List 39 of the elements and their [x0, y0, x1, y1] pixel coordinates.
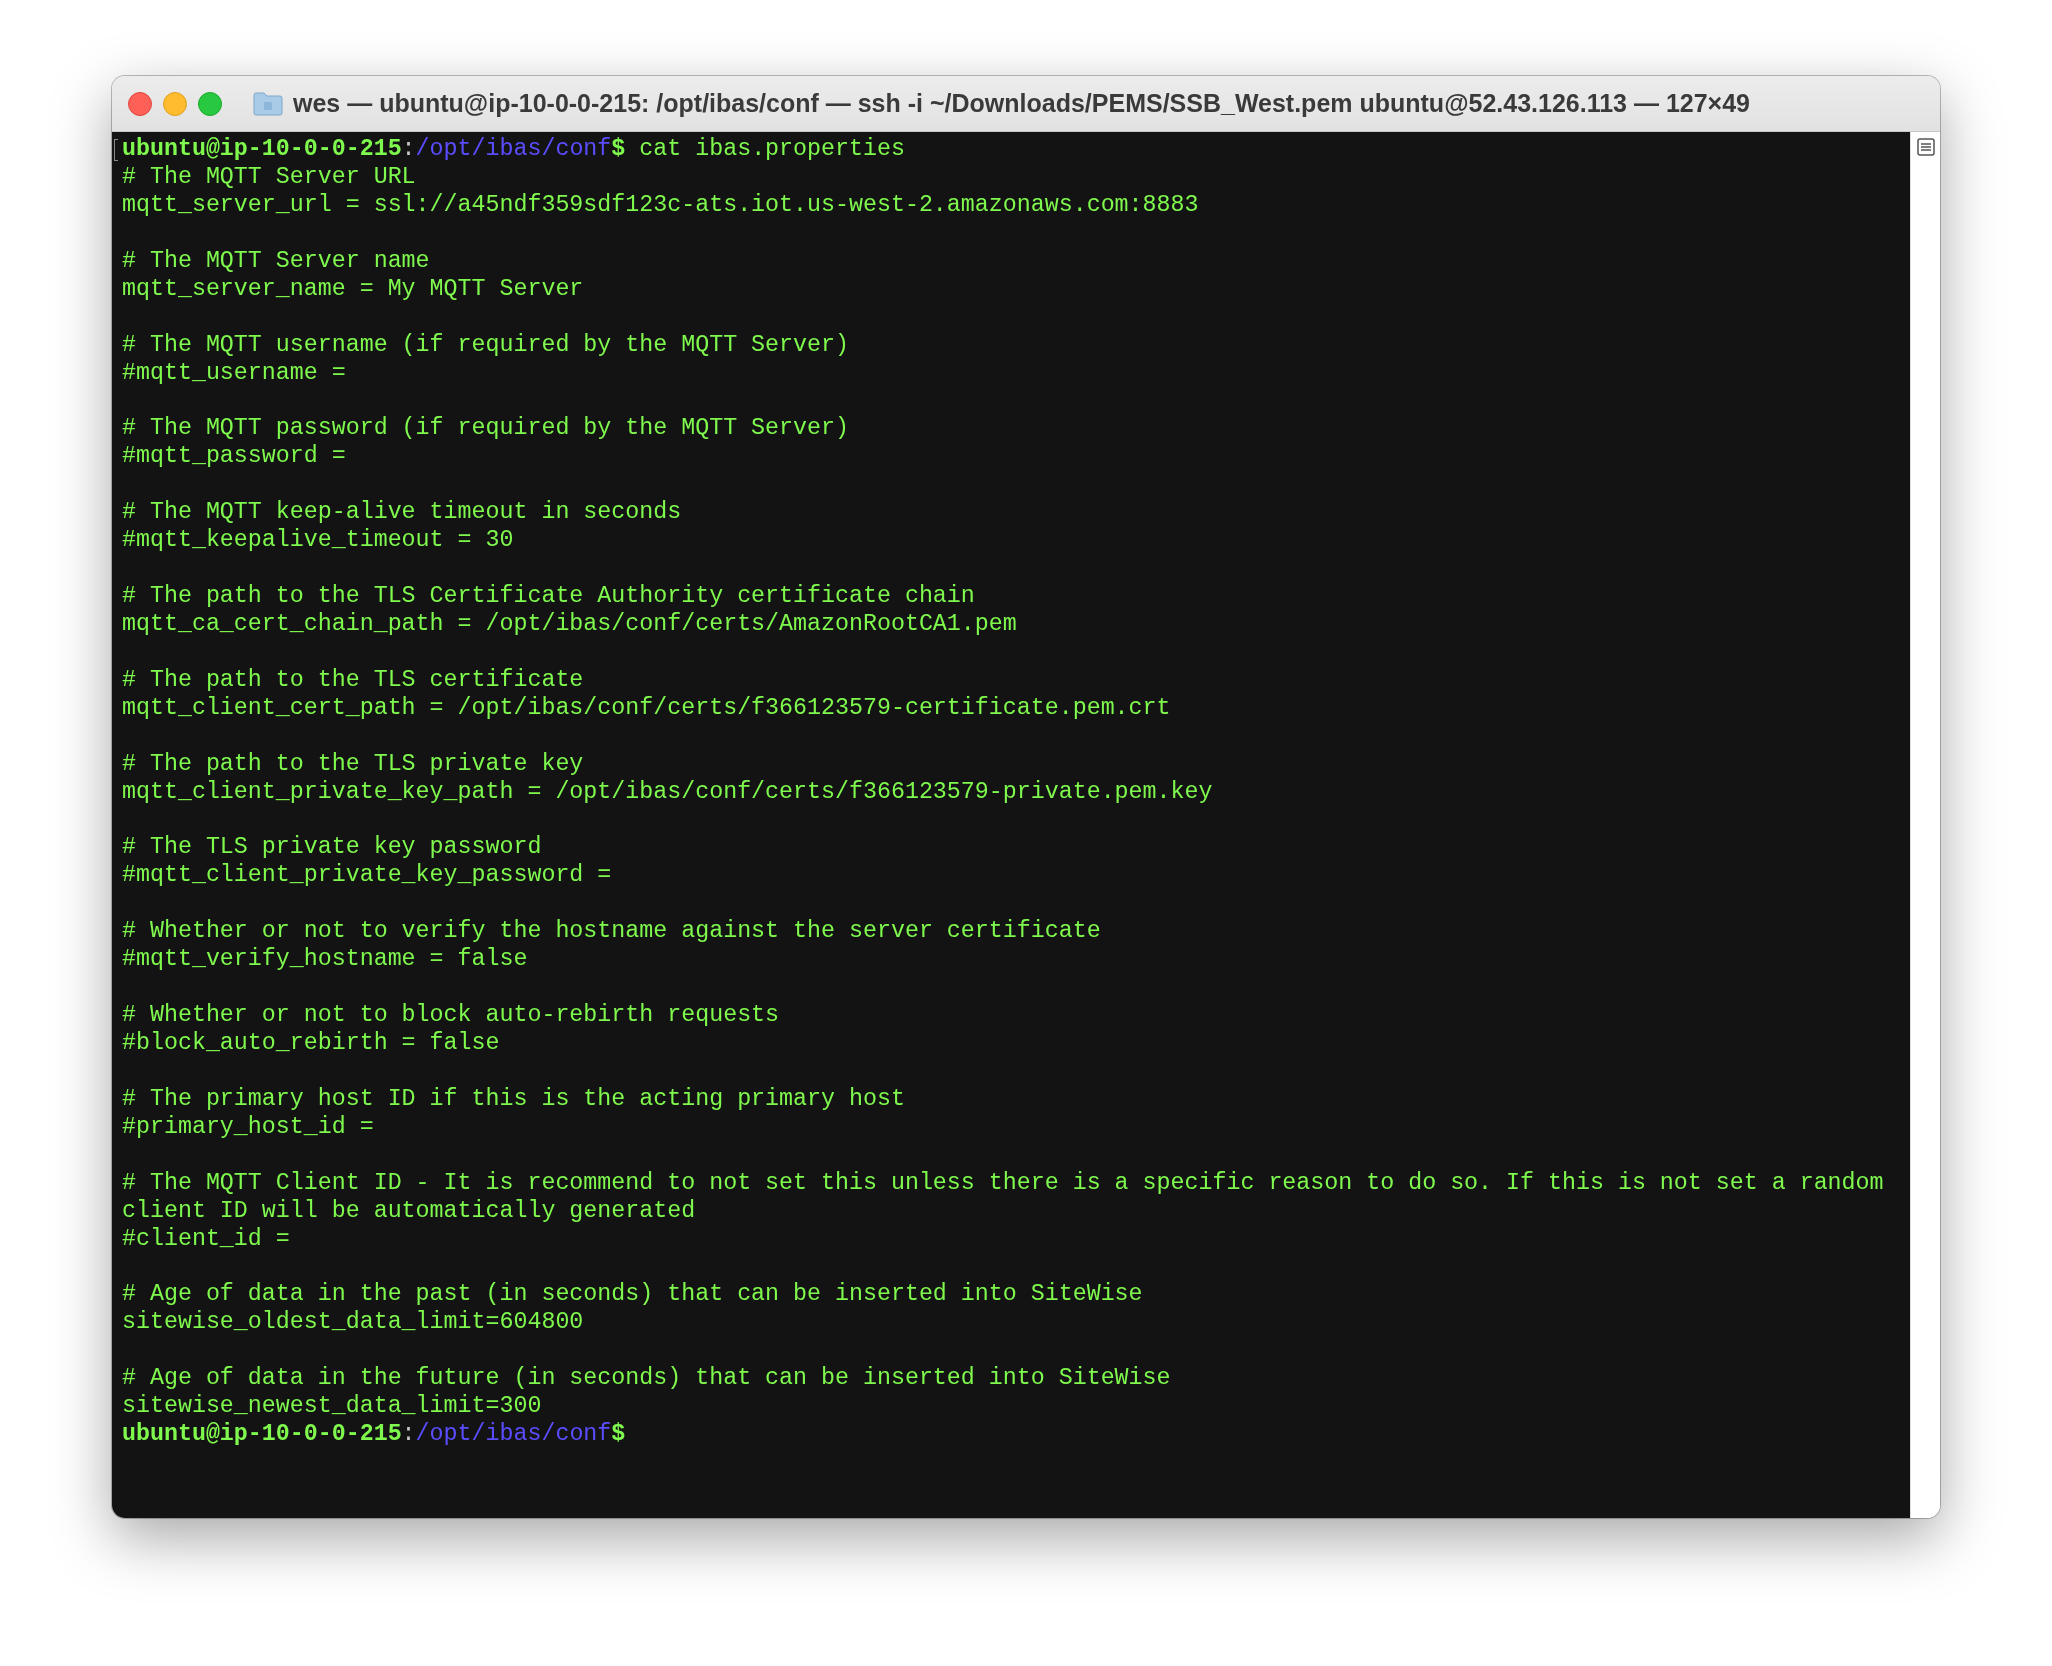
- config-line: mqtt_server_name = My MQTT Server: [122, 275, 584, 304]
- comment-line: # The MQTT Client ID - It is recommend to not set this unless there is a specific reason to do so. If this is not set a random: [122, 1169, 1884, 1198]
- config-line: #mqtt_verify_hostname = false: [122, 946, 528, 975]
- config-line: mqtt_server_url = ssl://a45ndf359sdf123c-ats.iot.us-west-2.amazonaws.com:8883: [122, 191, 1199, 220]
- window-title: wes — ubuntu@ip-10-0-0-215: /opt/ibas/conf — ssh -i ~/Downloads/PEMS/SSB_West.pem ubuntu@52.43.126.113 — 127×49: [293, 89, 1751, 118]
- config-line: #block_auto_rebirth = false: [122, 1030, 500, 1058]
- comment-line: # The path to the TLS certificate: [122, 666, 584, 695]
- list-icon[interactable]: [1916, 138, 1935, 156]
- comment-line: # The TLS private key password: [122, 834, 542, 863]
- minimize-button[interactable]: [163, 91, 187, 116]
- config-line: #mqtt_password =: [122, 443, 346, 472]
- config-line: #mqtt_keepalive_timeout = 30: [122, 527, 514, 556]
- config-line: #mqtt_username =: [122, 359, 346, 388]
- comment-line: # The MQTT username (if required by the MQTT Server): [122, 331, 849, 360]
- comment-line: # Age of data in the past (in seconds) that can be inserted into SiteWise: [122, 1281, 1143, 1310]
- comment-line: # The path to the TLS private key: [122, 750, 584, 779]
- folder-icon: [253, 91, 283, 116]
- comment-line: # The MQTT Server name: [122, 247, 430, 276]
- config-line: sitewise_newest_data_limit=300: [122, 1393, 542, 1422]
- comment-line: # The path to the TLS Certificate Authority certificate chain: [122, 583, 975, 611]
- close-button[interactable]: [128, 91, 152, 116]
- config-line: sitewise_oldest_data_limit=604800: [122, 1309, 584, 1338]
- comment-line: # The primary host ID if this is the acting primary host: [122, 1085, 905, 1114]
- shell-prompt: ubuntu@ip-10-0-0-215:/opt/ibas/conf$: [122, 1421, 626, 1450]
- comment-line: # Whether or not to verify the hostname against the server certificate: [122, 918, 1101, 947]
- config-line: #primary_host_id =: [122, 1113, 374, 1142]
- config-line: mqtt_ca_cert_chain_path = /opt/ibas/conf/certs/AmazonRootCA1.pem: [122, 610, 1017, 639]
- comment-line: # Age of data in the future (in seconds) that can be inserted into SiteWise: [122, 1365, 1171, 1394]
- comment-line: client ID will be automatically generated: [122, 1197, 696, 1226]
- shell-prompt: ubuntu@ip-10-0-0-215:/opt/ibas/conf$ cat ibas.properties: [122, 136, 905, 164]
- config-line: mqtt_client_private_key_path = /opt/ibas/conf/certs/f366123579-private.pem.key: [122, 778, 1213, 807]
- config-line: mqtt_client_cert_path = /opt/ibas/conf/certs/f366123579-certificate.pem.crt: [122, 694, 1171, 723]
- comment-line: # The MQTT keep-alive timeout in seconds: [122, 499, 682, 528]
- comment-line: # The MQTT password (if required by the MQTT Server): [122, 415, 849, 444]
- comment-line: # Whether or not to block auto-rebirth requests: [122, 1002, 780, 1030]
- config-line: #client_id =: [122, 1225, 290, 1254]
- config-line: #mqtt_client_private_key_password =: [122, 862, 612, 891]
- maximize-button[interactable]: [198, 91, 222, 116]
- comment-line: # The MQTT Server URL: [122, 163, 416, 192]
